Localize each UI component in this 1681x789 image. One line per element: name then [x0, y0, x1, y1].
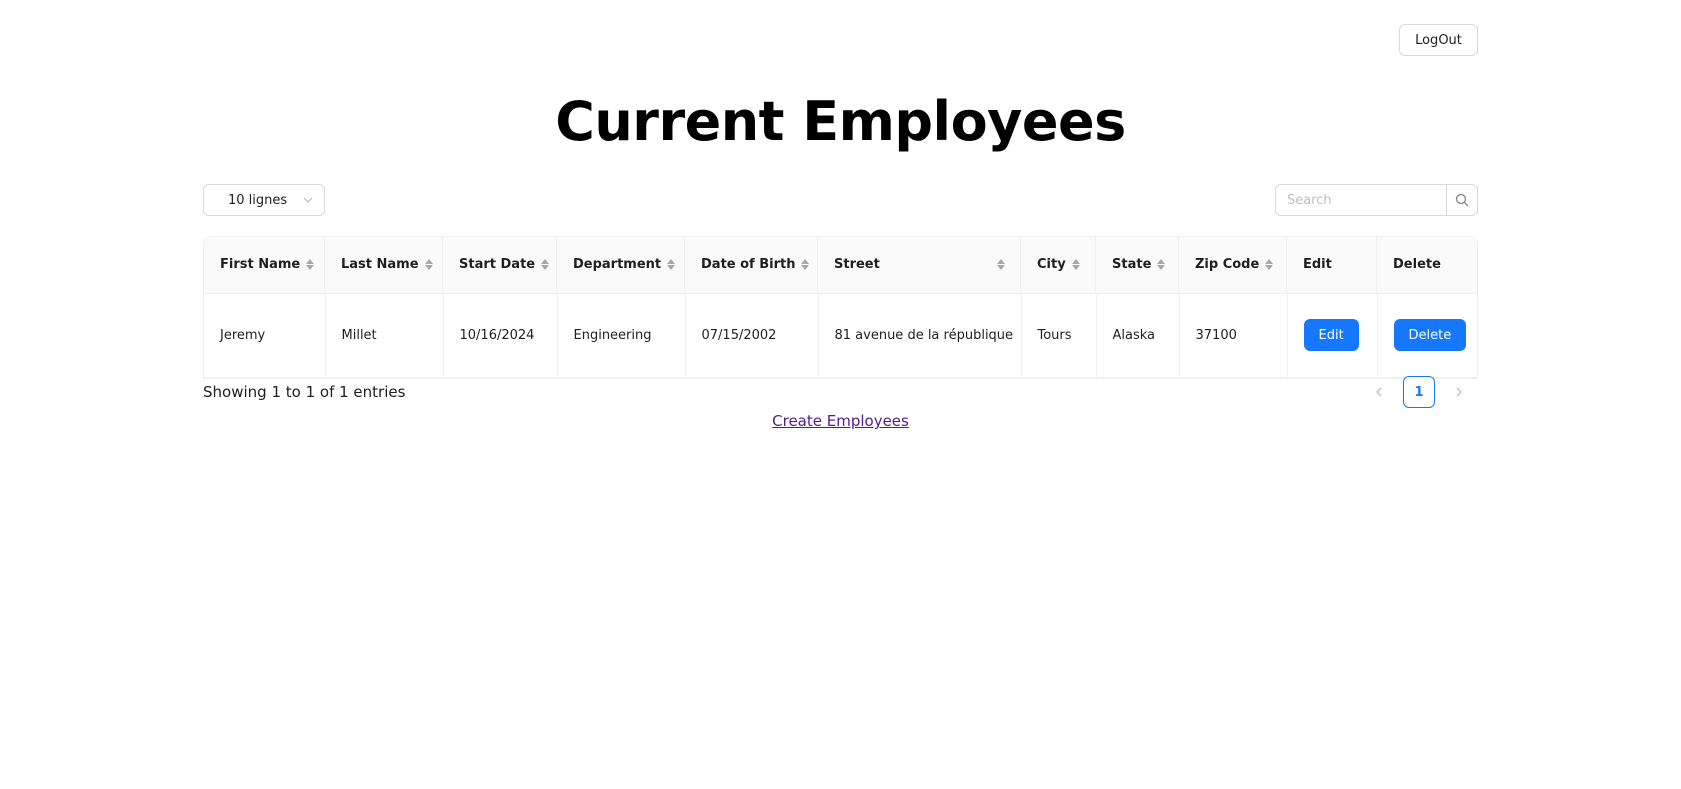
column-header-edit: Edit [1287, 237, 1377, 294]
cell-zip-code: 37100 [1179, 293, 1288, 378]
search-icon [1455, 193, 1469, 207]
column-header-start-date[interactable]: Start Date [443, 237, 557, 294]
create-employees-link-wrap: Create Employees [0, 411, 1681, 430]
sort-icon [306, 259, 315, 271]
cell-street: 81 avenue de la république [818, 293, 1022, 378]
table-row: Jeremy Millet 10/16/2024 Engineering 07/… [204, 293, 1477, 378]
cell-start-date: 10/16/2024 [443, 293, 558, 378]
column-header-last-name[interactable]: Last Name [325, 237, 443, 294]
cell-edit: Edit [1287, 293, 1378, 378]
chevron-right-icon [1456, 387, 1462, 397]
next-page-button[interactable] [1443, 376, 1475, 408]
entries-summary: Showing 1 to 1 of 1 entries [203, 383, 406, 401]
cell-last-name: Millet [325, 293, 444, 378]
table-header-row: First Name Last Name Start Date Departme… [204, 237, 1477, 294]
create-employees-link[interactable]: Create Employees [772, 412, 909, 430]
cell-city: Tours [1021, 293, 1097, 378]
column-header-street[interactable]: Street [818, 237, 1021, 294]
sort-icon [541, 259, 550, 271]
sort-icon [667, 259, 676, 271]
sort-icon [1157, 259, 1166, 271]
cell-delete: Delete [1377, 293, 1477, 378]
cell-department: Engineering [557, 293, 686, 378]
pagination: 1 [1363, 376, 1475, 408]
sort-icon [1265, 259, 1274, 271]
previous-page-button[interactable] [1363, 376, 1395, 408]
column-header-department[interactable]: Department [557, 237, 685, 294]
sort-icon [424, 259, 433, 271]
cell-date-of-birth: 07/15/2002 [685, 293, 819, 378]
delete-button[interactable]: Delete [1393, 319, 1467, 351]
page-title: Current Employees [555, 90, 1126, 153]
column-header-city[interactable]: City [1021, 237, 1096, 294]
column-header-zip-code[interactable]: Zip Code [1179, 237, 1287, 294]
cell-first-name: Jeremy [204, 293, 326, 378]
rows-per-page-select[interactable]: 10 lignes [203, 184, 325, 216]
sort-icon [997, 259, 1005, 271]
column-header-state[interactable]: State [1096, 237, 1179, 294]
column-header-first-name[interactable]: First Name [204, 237, 325, 294]
sort-icon [801, 259, 810, 271]
search-group [1275, 184, 1478, 216]
employees-table: First Name Last Name Start Date Departme… [203, 236, 1478, 379]
chevron-left-icon [1376, 387, 1382, 397]
column-header-delete: Delete [1377, 237, 1477, 294]
search-button[interactable] [1446, 184, 1478, 216]
sort-icon [1071, 259, 1080, 271]
rows-per-page-value: 10 lignes [228, 192, 288, 208]
logout-button[interactable]: LogOut [1399, 24, 1478, 56]
column-header-date-of-birth[interactable]: Date of Birth [685, 237, 818, 294]
edit-button[interactable]: Edit [1303, 319, 1359, 351]
chevron-down-icon [303, 197, 313, 203]
employee-list-page: LogOut Current Employees 10 lignes Searc… [0, 0, 1681, 789]
page-number-button[interactable]: 1 [1403, 376, 1435, 408]
search-input[interactable] [1275, 184, 1446, 216]
cell-state: Alaska [1096, 293, 1180, 378]
